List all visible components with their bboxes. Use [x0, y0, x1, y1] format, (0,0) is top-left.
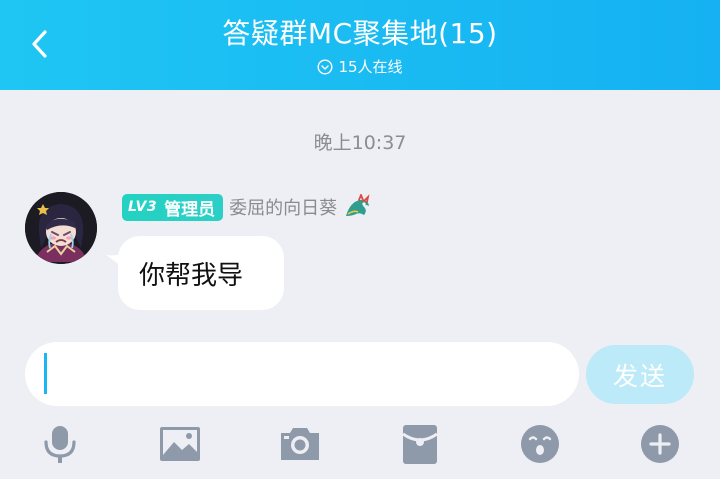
role-label: 管理员 — [164, 199, 216, 220]
dragon-medal-icon — [346, 194, 370, 216]
admin-badge: LV3 管理员 — [122, 193, 224, 221]
sender-meta: LV3 管理员 委屈的向日葵 — [122, 193, 372, 221]
avatar[interactable] — [25, 192, 97, 264]
message-timestamp: 晚上10:37 — [313, 132, 407, 154]
text-cursor — [44, 353, 47, 394]
image-icon[interactable] — [158, 422, 202, 466]
level-label: LV3 — [128, 199, 158, 215]
group-title[interactable]: 答疑群MC聚集地(15) — [0, 12, 720, 52]
camera-icon[interactable] — [278, 422, 322, 466]
plus-icon[interactable] — [638, 422, 682, 466]
online-status[interactable]: 15人在线 — [0, 56, 720, 77]
emoji-icon[interactable] — [518, 422, 562, 466]
message-bubble[interactable]: 你帮我导 — [118, 236, 284, 310]
online-count: 15人在线 — [338, 58, 403, 76]
chevron-down-circle-icon — [317, 58, 333, 75]
microphone-icon[interactable] — [38, 422, 82, 466]
chat-header: 答疑群MC聚集地(15) 15人在线 — [0, 0, 720, 90]
sender-name[interactable]: 委屈的向日葵 — [229, 194, 337, 220]
send-button[interactable]: 发送 — [586, 345, 694, 404]
message-input[interactable] — [25, 342, 579, 406]
red-packet-icon[interactable] — [398, 422, 442, 466]
